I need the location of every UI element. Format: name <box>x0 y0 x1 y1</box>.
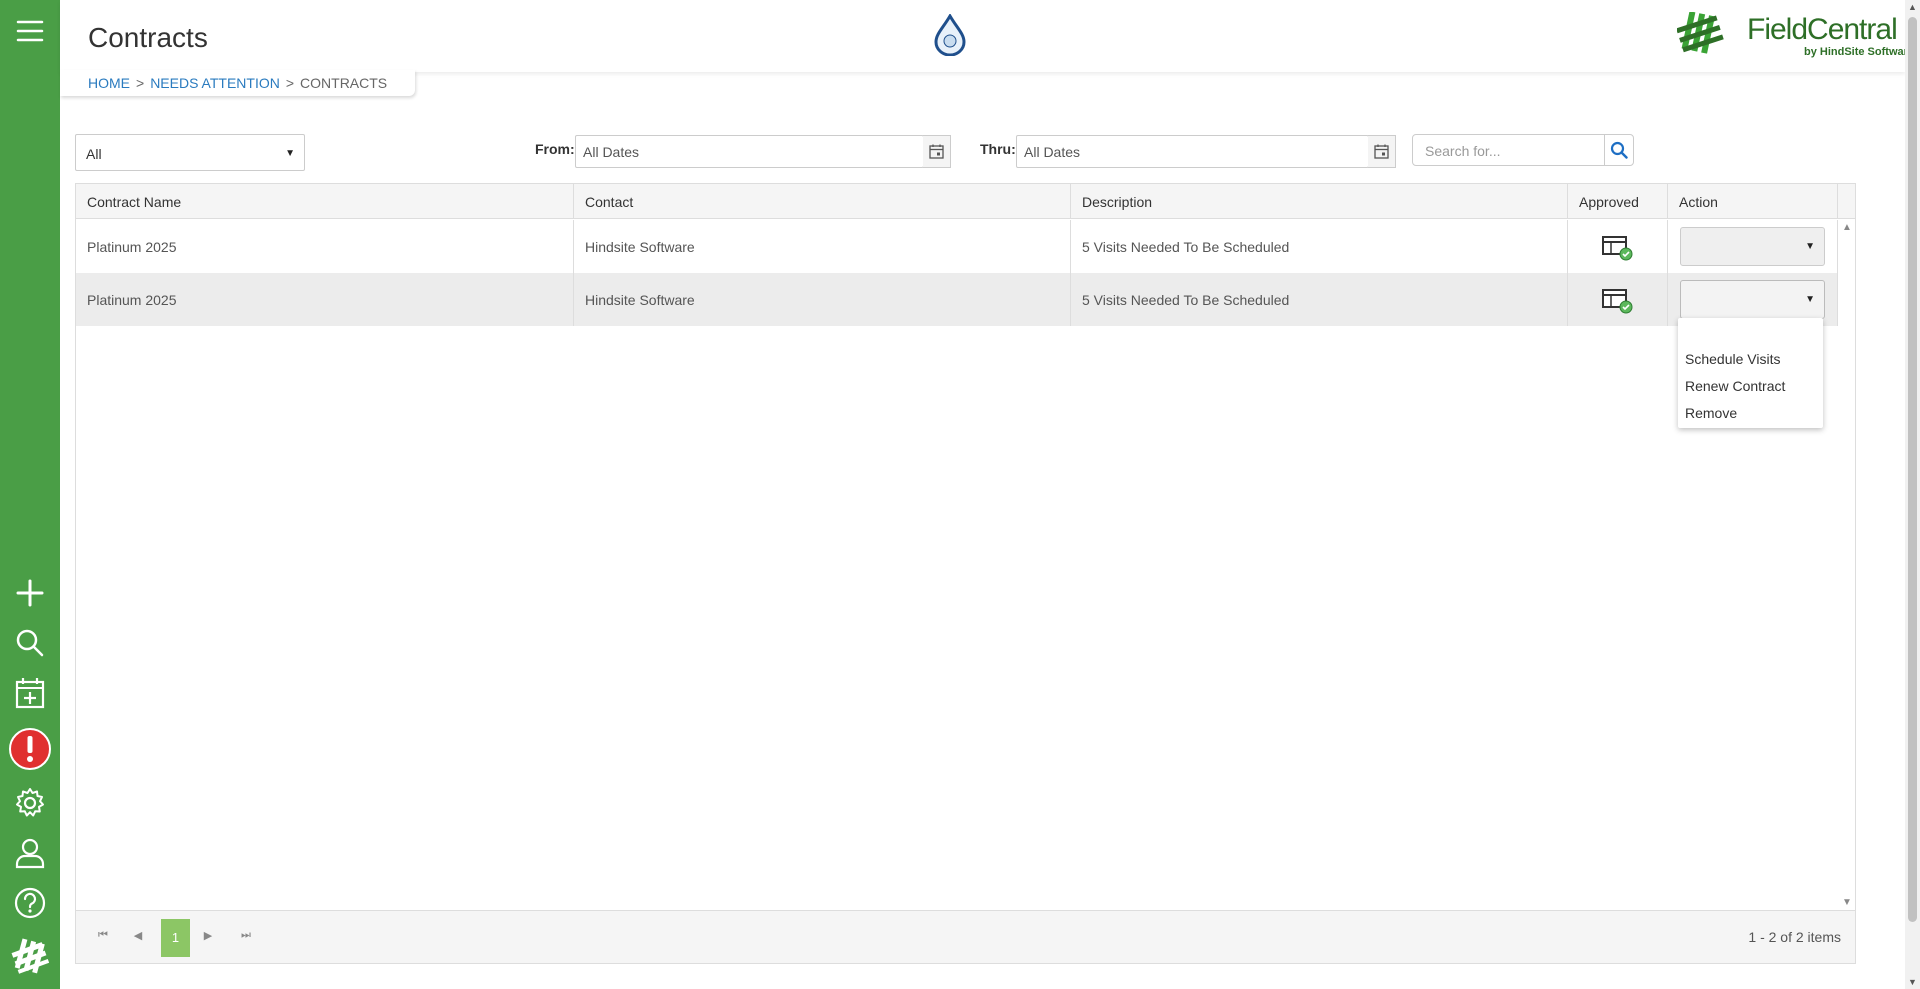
menu-item-remove[interactable]: Remove <box>1685 405 1737 421</box>
water-drop-logo-icon <box>933 13 967 57</box>
cell-contract-name: Platinum 2025 <box>76 220 574 273</box>
pager-info: 1 - 2 of 2 items <box>1748 929 1841 945</box>
cell-contact: Hindsite Software <box>574 273 1071 326</box>
approved-check-icon <box>1602 236 1633 261</box>
column-header-contract-name[interactable]: Contract Name <box>76 184 574 219</box>
page-number-button[interactable]: 1 <box>161 919 190 957</box>
search-icon <box>1610 141 1628 159</box>
contracts-grid: Contract Name Contact Description Approv… <box>75 183 1856 964</box>
column-header-approved[interactable]: Approved <box>1568 184 1668 219</box>
action-select[interactable]: ▼ <box>1680 227 1825 266</box>
approved-check-icon <box>1602 289 1633 314</box>
column-header-description[interactable]: Description <box>1071 184 1568 219</box>
cell-action: ▼ <box>1668 220 1838 273</box>
from-calendar-icon[interactable] <box>923 135 951 168</box>
from-date-input[interactable]: All Dates <box>575 135 924 168</box>
add-icon[interactable] <box>0 570 60 616</box>
gear-icon[interactable] <box>0 780 60 826</box>
scroll-up-icon[interactable]: ▲ <box>1908 2 1917 12</box>
cell-description: 5 Visits Needed To Be Scheduled <box>1071 273 1568 326</box>
scroll-up-icon[interactable]: ▲ <box>1842 222 1852 233</box>
grid-header: Contract Name Contact Description Approv… <box>76 184 1855 219</box>
thru-calendar-icon[interactable] <box>1368 135 1396 168</box>
chevron-down-icon: ▼ <box>1805 241 1815 252</box>
breadcrumb: HOME > NEEDS ATTENTION > CONTRACTS <box>60 70 416 96</box>
brand-name: FieldCentral <box>1747 13 1898 46</box>
help-icon[interactable] <box>0 880 60 926</box>
chevron-down-icon: ▼ <box>285 148 295 159</box>
cell-contact: Hindsite Software <box>574 220 1071 273</box>
last-page-icon[interactable]: ⏭ <box>236 929 256 942</box>
cell-contract-name: Platinum 2025 <box>76 273 574 326</box>
table-row[interactable]: Platinum 2025 Hindsite Software 5 Visits… <box>76 220 1838 273</box>
table-row[interactable]: Platinum 2025 Hindsite Software 5 Visits… <box>76 273 1838 326</box>
chevron-down-icon: ▼ <box>1805 294 1815 305</box>
search-input[interactable]: Search for... <box>1412 134 1605 166</box>
alert-icon[interactable] <box>0 726 60 772</box>
page-header: Contracts FieldCentral by HindSite Softw… <box>60 0 1914 72</box>
status-filter-select[interactable]: All ▼ <box>75 134 305 171</box>
from-label: From: <box>535 141 575 157</box>
breadcrumb-separator: > <box>136 75 145 91</box>
cell-approved <box>1568 220 1668 273</box>
thru-label: Thru: <box>980 141 1016 157</box>
fieldcentral-logo-icon <box>1677 12 1724 54</box>
breadcrumb-home-link[interactable]: HOME <box>88 75 130 91</box>
sidebar <box>0 0 60 989</box>
brand-logo: FieldCentral by HindSite Software <box>1677 10 1914 60</box>
brand-subtitle: by HindSite Software <box>1804 46 1915 58</box>
page-scrollbar[interactable]: ▲ ▼ <box>1905 0 1920 989</box>
first-page-icon[interactable]: ⏮ <box>93 929 113 942</box>
prev-page-icon[interactable]: ◀ <box>128 929 148 942</box>
menu-item-schedule-visits[interactable]: Schedule Visits <box>1685 351 1780 367</box>
scroll-down-icon[interactable]: ▼ <box>1908 977 1917 987</box>
action-select[interactable]: ▼ <box>1680 280 1825 319</box>
search-icon[interactable] <box>0 620 60 666</box>
search-button[interactable] <box>1604 134 1634 166</box>
breadcrumb-separator: > <box>285 75 295 91</box>
action-dropdown-list: Schedule Visits Renew Contract Remove <box>1678 318 1823 428</box>
scroll-thumb[interactable] <box>1908 17 1917 922</box>
status-filter-value: All <box>86 146 102 162</box>
menu-icon[interactable] <box>0 8 60 54</box>
grid-scrollbar[interactable]: ▲ ▼ <box>1839 220 1855 910</box>
thru-date-input[interactable]: All Dates <box>1016 135 1369 168</box>
pager: ⏮ ◀ 1 ▶ ⏭ 1 - 2 of 2 items <box>76 910 1855 963</box>
user-icon[interactable] <box>0 830 60 876</box>
column-header-contact[interactable]: Contact <box>574 184 1071 219</box>
column-header-action[interactable]: Action <box>1668 184 1838 219</box>
breadcrumb-needs-attention-link[interactable]: NEEDS ATTENTION <box>150 75 280 91</box>
cell-approved <box>1568 273 1668 326</box>
breadcrumb-current: CONTRACTS <box>300 75 388 91</box>
logo-icon[interactable] <box>0 934 60 980</box>
calendar-add-icon[interactable] <box>0 670 60 716</box>
page-title: Contracts <box>88 22 208 53</box>
scroll-down-icon[interactable]: ▼ <box>1842 897 1852 908</box>
next-page-icon[interactable]: ▶ <box>198 929 218 942</box>
menu-item-renew-contract[interactable]: Renew Contract <box>1685 378 1785 394</box>
cell-description: 5 Visits Needed To Be Scheduled <box>1071 220 1568 273</box>
